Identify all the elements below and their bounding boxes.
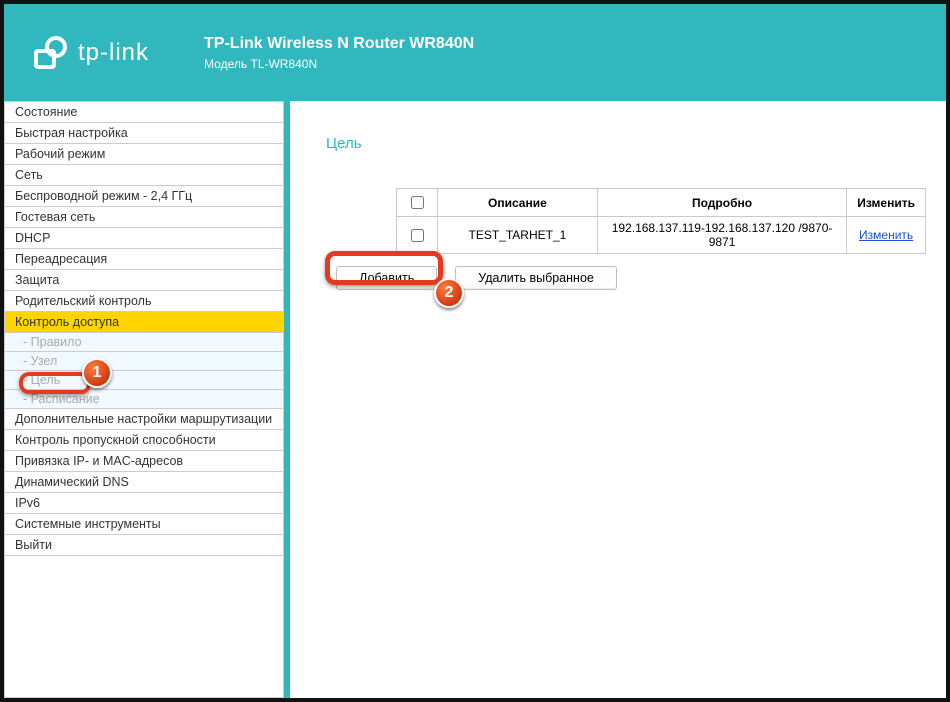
edit-link[interactable]: Изменить	[859, 228, 913, 242]
sidebar-item-9[interactable]: Родительский контроль	[5, 291, 283, 312]
sidebar-item-1[interactable]: Быстрая настройка	[5, 123, 283, 144]
header-bar: tp-link TP-Link Wireless N Router WR840N…	[4, 4, 946, 101]
sidebar-item-5[interactable]: Гостевая сеть	[5, 207, 283, 228]
sidebar-item-19[interactable]: IPv6	[5, 493, 283, 514]
select-all-checkbox[interactable]	[411, 196, 424, 209]
col-change-header: Изменить	[847, 189, 926, 217]
add-button[interactable]: Добавить	[336, 266, 437, 290]
button-row: Добавить Удалить выбранное	[336, 266, 926, 290]
sidebar-item-3[interactable]: Сеть	[5, 165, 283, 186]
sidebar-subitem-13[interactable]: - Цель	[5, 371, 283, 390]
sidebar-item-16[interactable]: Контроль пропускной способности	[5, 430, 283, 451]
sidebar-item-20[interactable]: Системные инструменты	[5, 514, 283, 535]
sidebar-item-10[interactable]: Контроль доступа	[5, 312, 283, 333]
sidebar-item-8[interactable]: Защита	[5, 270, 283, 291]
col-select-header	[397, 189, 438, 217]
brand-logo: tp-link	[32, 35, 149, 71]
sidebar-item-6[interactable]: DHCP	[5, 228, 283, 249]
cell-details: 192.168.137.119-192.168.137.120 /9870-98…	[597, 217, 846, 254]
sidebar-item-4[interactable]: Беспроводной режим - 2,4 ГГц	[5, 186, 283, 207]
sidebar: СостояниеБыстрая настройкаРабочий режимС…	[4, 101, 284, 698]
sidebar-item-7[interactable]: Переадресация	[5, 249, 283, 270]
sidebar-subitem-14[interactable]: - Расписание	[5, 390, 283, 409]
sidebar-item-2[interactable]: Рабочий режим	[5, 144, 283, 165]
brand-text: tp-link	[78, 39, 149, 67]
tp-link-icon	[32, 35, 68, 71]
sidebar-subitem-11[interactable]: - Правило	[5, 333, 283, 352]
row-select-checkbox[interactable]	[411, 229, 424, 242]
content-pane: Цель Описание Подробно Изменить TEST_TAR…	[290, 101, 946, 698]
sidebar-item-21[interactable]: Выйти	[5, 535, 283, 556]
delete-selected-button[interactable]: Удалить выбранное	[455, 266, 617, 290]
page-header-title: TP-Link Wireless N Router WR840N	[204, 35, 474, 53]
sidebar-item-17[interactable]: Привязка IP- и MAC-адресов	[5, 451, 283, 472]
sidebar-item-15[interactable]: Дополнительные настройки маршрутизации	[5, 409, 283, 430]
table-row: TEST_TARHET_1192.168.137.119-192.168.137…	[397, 217, 926, 254]
page-header-subtitle: Модель TL-WR840N	[204, 57, 474, 71]
col-desc-header: Описание	[438, 189, 598, 217]
col-details-header: Подробно	[597, 189, 846, 217]
page-title: Цель	[326, 135, 926, 152]
sidebar-item-0[interactable]: Состояние	[5, 102, 283, 123]
target-table: Описание Подробно Изменить TEST_TARHET_1…	[396, 188, 926, 254]
sidebar-subitem-12[interactable]: - Узел	[5, 352, 283, 371]
cell-desc: TEST_TARHET_1	[438, 217, 598, 254]
sidebar-item-18[interactable]: Динамический DNS	[5, 472, 283, 493]
header-titles: TP-Link Wireless N Router WR840N Модель …	[204, 35, 474, 71]
